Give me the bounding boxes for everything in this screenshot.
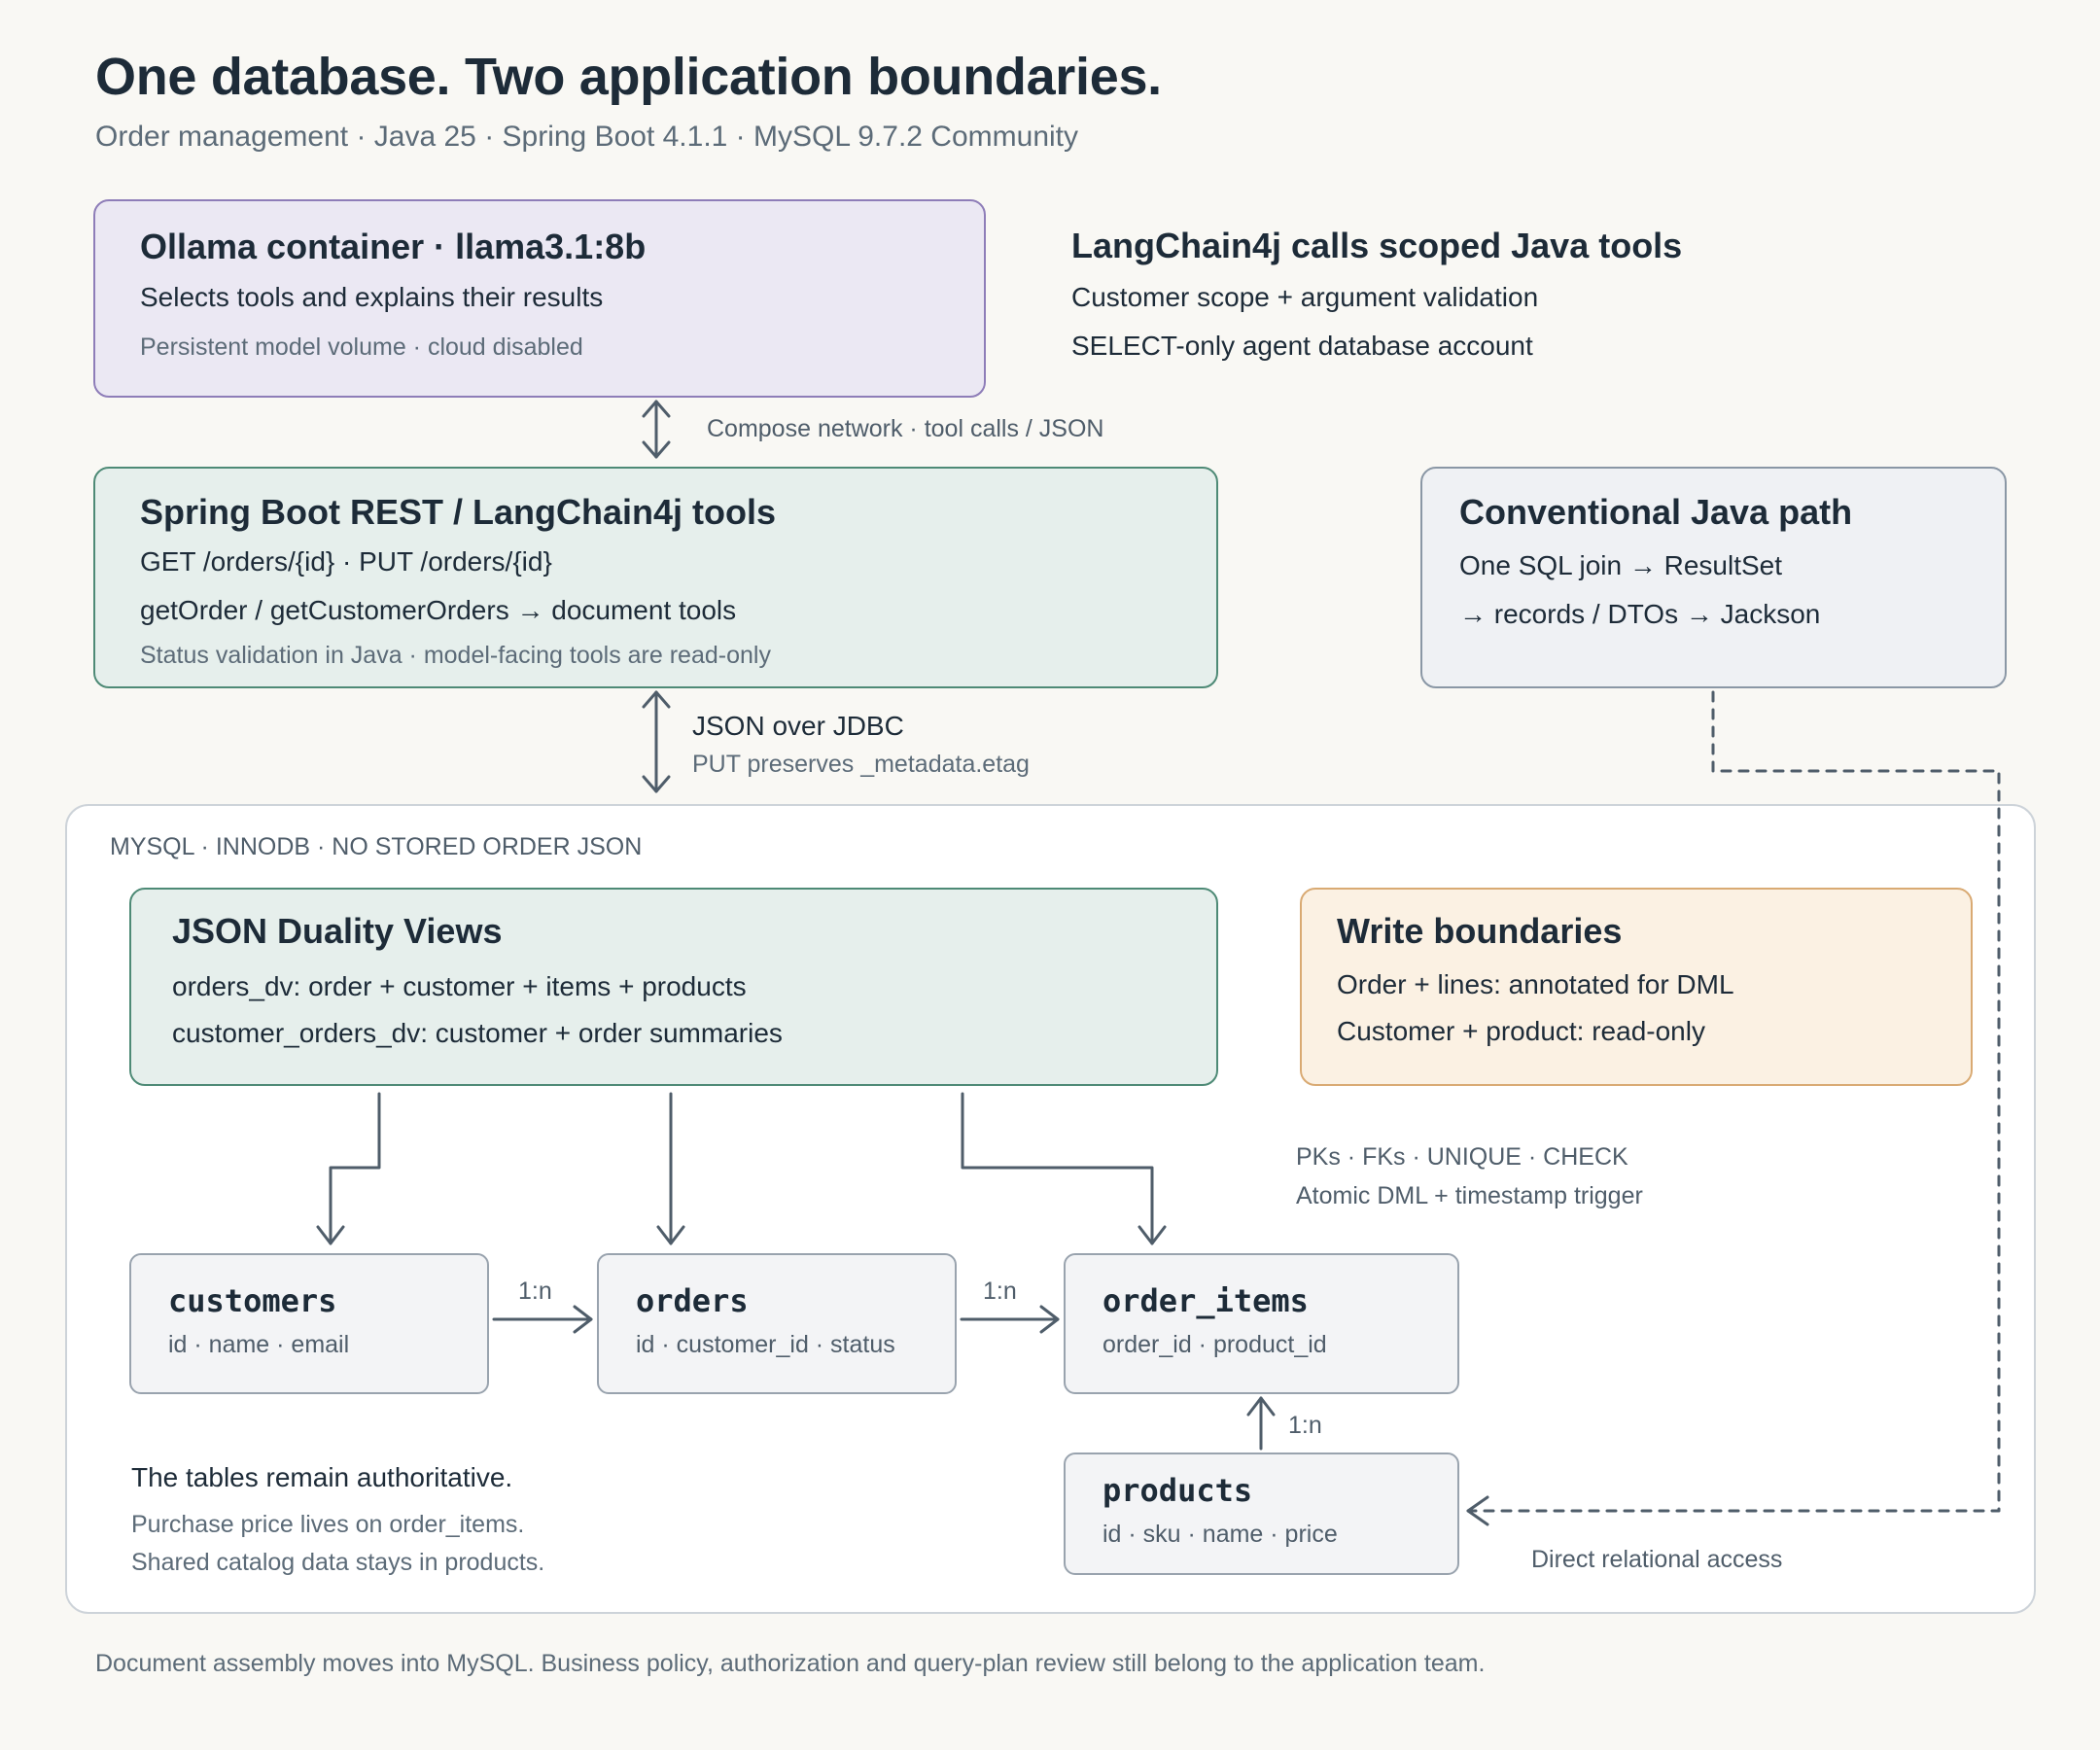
orders-to-order-items-arrow <box>960 1305 1060 1334</box>
jdbc-arrow <box>642 690 671 793</box>
duality-to-customers-arrow <box>316 1092 381 1245</box>
duality-to-order-items-arrow <box>961 1092 1167 1245</box>
connectors-layer <box>316 400 2001 1526</box>
duality-to-orders-arrow <box>656 1092 685 1245</box>
compose-network-arrow <box>642 400 671 459</box>
direct-relational-access-arrow <box>1466 690 2001 1513</box>
products-to-order-items-arrow <box>1246 1396 1276 1451</box>
customers-to-orders-arrow <box>492 1305 593 1334</box>
